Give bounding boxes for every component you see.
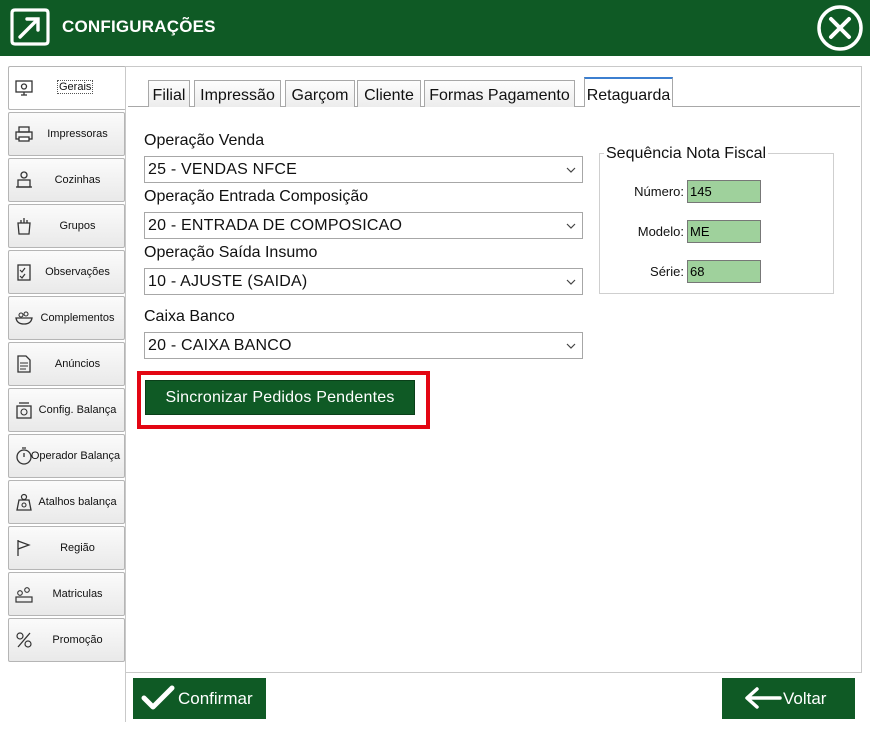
grocery-bag-icon — [17, 218, 31, 235]
checkmark-icon — [141, 685, 175, 710]
tab-garcom[interactable]: Garçom — [285, 80, 355, 107]
operacao-saida-select[interactable]: 10 - AJUSTE (SAIDA) — [144, 268, 583, 295]
back-button[interactable]: Voltar — [722, 678, 855, 719]
arrow-left-icon — [745, 687, 782, 709]
sync-pending-orders-button[interactable]: Sincronizar Pedidos Pendentes — [145, 380, 415, 415]
sidebar-item-impressoras[interactable]: Impressoras — [8, 112, 125, 156]
printer-icon — [15, 126, 33, 142]
sidebar-item-observacoes[interactable]: Observações — [8, 250, 125, 294]
sidebar-item-anuncios[interactable]: Anúncios — [8, 342, 125, 386]
select-value: 25 - VENDAS NFCE — [148, 161, 298, 178]
sidebar-item-complementos[interactable]: Complementos — [8, 296, 125, 340]
sidebar-item-label: Atalhos balança — [38, 496, 117, 508]
sidebar-item-label: Anúncios — [54, 358, 101, 370]
sidebar-item-operador-balanca[interactable]: Operador Balança — [8, 434, 125, 478]
select-value: 20 - CAIXA BANCO — [148, 337, 292, 354]
sidebar-item-label: Cozinhas — [54, 174, 101, 186]
chevron-down-icon — [566, 279, 576, 285]
divider — [125, 66, 126, 722]
operacao-venda-label: Operação Venda — [144, 132, 265, 149]
people-icon — [15, 587, 33, 603]
select-value: 10 - AJUSTE (SAIDA) — [148, 273, 308, 290]
group-title: Sequência Nota Fiscal — [604, 145, 769, 163]
flag-icon — [17, 540, 31, 556]
caixa-banco-select[interactable]: 20 - CAIXA BANCO — [144, 332, 583, 359]
chef-icon — [16, 171, 32, 188]
sidebar-item-label: Promoção — [52, 634, 103, 646]
chevron-down-icon — [566, 223, 576, 229]
sidebar-item-label: Impressoras — [47, 128, 108, 140]
chevron-down-icon — [566, 167, 576, 173]
sidebar-item-label: Observações — [45, 266, 110, 278]
sidebar-item-atalhos-balanca[interactable]: Atalhos balança — [8, 480, 125, 524]
numero-label: Número: — [634, 184, 684, 199]
sidebar-item-label: Região — [60, 542, 95, 554]
caixa-banco-label: Caixa Banco — [144, 308, 235, 325]
document-icon — [17, 355, 31, 373]
promotion-icon — [16, 632, 32, 648]
sidebar-item-label: Config. Balança — [38, 404, 117, 416]
sidebar-item-matriculas[interactable]: Matriculas — [8, 572, 125, 616]
tab-filial[interactable]: Filial — [148, 80, 190, 107]
monitor-gear-icon — [15, 80, 33, 96]
sidebar-item-label: Gerais — [57, 80, 94, 94]
tab-cliente[interactable]: Cliente — [357, 80, 421, 107]
modelo-field[interactable] — [687, 220, 761, 243]
serie-label: Série: — [650, 264, 684, 279]
chevron-down-icon — [566, 343, 576, 349]
sidebar-item-config-balanca[interactable]: Config. Balança — [8, 388, 125, 432]
settings-sidebar: Gerais Impressoras Cozinhas Grupos Obser… — [0, 56, 126, 732]
window-title: CONFIGURAÇÕES — [62, 17, 216, 36]
serie-field[interactable] — [687, 260, 761, 283]
close-icon[interactable] — [814, 4, 866, 52]
sidebar-item-label: Complementos — [40, 312, 115, 324]
sidebar-item-grupos[interactable]: Grupos — [8, 204, 125, 248]
operacao-entrada-select[interactable]: 20 - ENTRADA DE COMPOSICAO — [144, 212, 583, 239]
sidebar-item-gerais[interactable]: Gerais — [8, 66, 126, 110]
tab-retaguarda[interactable]: Retaguarda — [584, 77, 673, 107]
sidebar-item-regiao[interactable]: Região — [8, 526, 125, 570]
sidebar-item-label: Operador Balança — [30, 450, 121, 462]
scale-shortcut-icon — [16, 493, 32, 511]
operacao-entrada-label: Operação Entrada Composição — [144, 188, 369, 205]
tab-formas-pagamento[interactable]: Formas Pagamento — [424, 80, 575, 107]
checklist-icon — [17, 264, 31, 281]
modelo-label: Modelo: — [637, 224, 684, 239]
scale-icon — [16, 402, 32, 419]
tab-impressao[interactable]: Impressão — [194, 80, 281, 107]
sidebar-item-cozinhas[interactable]: Cozinhas — [8, 158, 125, 202]
sidebar-item-promocao[interactable]: Promoção — [8, 618, 125, 662]
bowl-icon — [15, 311, 33, 325]
sidebar-item-label: Matriculas — [52, 588, 103, 600]
confirm-label: Confirmar — [178, 689, 253, 708]
select-value: 20 - ENTRADA DE COMPOSICAO — [148, 217, 403, 234]
back-label: Voltar — [783, 689, 827, 708]
sidebar-item-label: Grupos — [59, 220, 96, 232]
operacao-venda-select[interactable]: 25 - VENDAS NFCE — [144, 156, 583, 183]
numero-field[interactable] — [687, 180, 761, 203]
operacao-saida-label: Operação Saída Insumo — [144, 244, 318, 261]
app-logo-icon — [10, 8, 50, 46]
confirm-button[interactable]: Confirmar — [133, 678, 266, 719]
title-bar: CONFIGURAÇÕES — [0, 0, 870, 56]
